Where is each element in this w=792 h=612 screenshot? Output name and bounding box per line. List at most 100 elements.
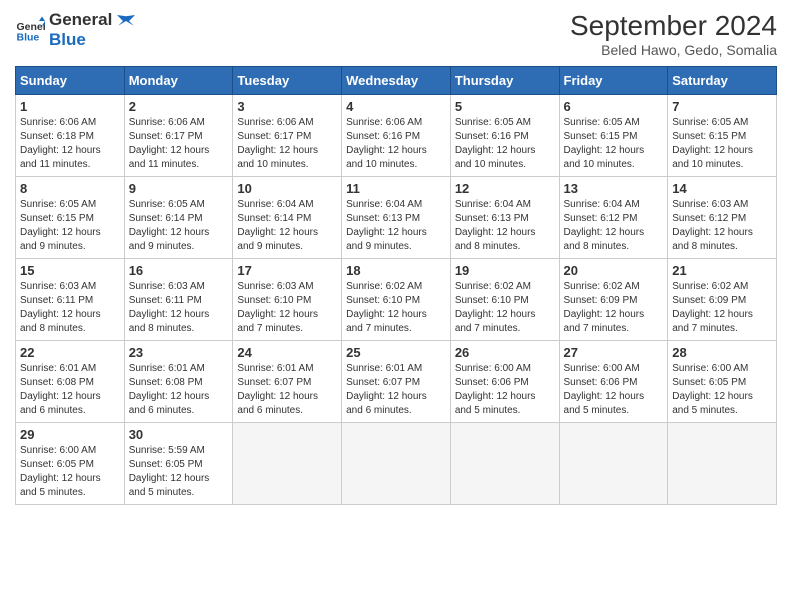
day-info: Sunrise: 6:00 AM Sunset: 6:06 PM Dayligh… (564, 362, 664, 418)
day-info: Sunrise: 6:03 AM Sunset: 6:12 PM Dayligh… (672, 198, 772, 254)
day-number: 25 (346, 345, 446, 360)
day-info: Sunrise: 6:03 AM Sunset: 6:10 PM Dayligh… (237, 280, 337, 336)
col-saturday: Saturday (668, 67, 777, 95)
logo-bird-icon (117, 13, 135, 29)
day-info: Sunrise: 6:06 AM Sunset: 6:17 PM Dayligh… (129, 116, 229, 172)
table-cell: 30 Sunrise: 5:59 AM Sunset: 6:05 PM Dayli… (124, 423, 233, 505)
day-number: 5 (455, 99, 555, 114)
day-number: 1 (20, 99, 120, 114)
table-cell: 2 Sunrise: 6:06 AM Sunset: 6:17 PM Daylig… (124, 95, 233, 177)
day-info: Sunrise: 6:01 AM Sunset: 6:07 PM Dayligh… (346, 362, 446, 418)
table-cell: 12Sunrise: 6:04 AM Sunset: 6:13 PM Dayli… (450, 177, 559, 259)
day-number: 27 (564, 345, 664, 360)
table-cell: 8 Sunrise: 6:05 AM Sunset: 6:15 PM Daylig… (16, 177, 125, 259)
header-row: Sunday Monday Tuesday Wednesday Thursday… (16, 67, 777, 95)
table-cell (342, 423, 451, 505)
calendar-table: Sunday Monday Tuesday Wednesday Thursday… (15, 66, 777, 505)
table-cell: 18Sunrise: 6:02 AM Sunset: 6:10 PM Dayli… (342, 259, 451, 341)
day-info: Sunrise: 6:01 AM Sunset: 6:08 PM Dayligh… (20, 362, 120, 418)
calendar-row: 8 Sunrise: 6:05 AM Sunset: 6:15 PM Daylig… (16, 177, 777, 259)
table-cell: 7 Sunrise: 6:05 AM Sunset: 6:15 PM Daylig… (668, 95, 777, 177)
calendar-body: 1 Sunrise: 6:06 AM Sunset: 6:18 PM Daylig… (16, 95, 777, 505)
day-info: Sunrise: 6:06 AM Sunset: 6:16 PM Dayligh… (346, 116, 446, 172)
day-number: 9 (129, 181, 229, 196)
day-number: 26 (455, 345, 555, 360)
day-number: 13 (564, 181, 664, 196)
logo: General Blue General Blue (15, 10, 135, 51)
table-cell (668, 423, 777, 505)
month-title: September 2024 (570, 10, 777, 42)
day-info: Sunrise: 6:04 AM Sunset: 6:13 PM Dayligh… (346, 198, 446, 254)
day-number: 15 (20, 263, 120, 278)
day-info: Sunrise: 6:05 AM Sunset: 6:16 PM Dayligh… (455, 116, 555, 172)
day-number: 8 (20, 181, 120, 196)
day-info: Sunrise: 6:02 AM Sunset: 6:10 PM Dayligh… (346, 280, 446, 336)
col-monday: Monday (124, 67, 233, 95)
table-cell: 29 Sunrise: 6:00 AM Sunset: 6:05 PM Dayli… (16, 423, 125, 505)
day-number: 6 (564, 99, 664, 114)
table-cell: 13 Sunrise: 6:04 AM Sunset: 6:12 PM Dayli… (559, 177, 668, 259)
table-cell: 15 Sunrise: 6:03 AM Sunset: 6:11 PM Dayli… (16, 259, 125, 341)
day-number: 30 (129, 427, 229, 442)
table-cell: 4 Sunrise: 6:06 AM Sunset: 6:16 PM Daylig… (342, 95, 451, 177)
col-wednesday: Wednesday (342, 67, 451, 95)
calendar-row: 1 Sunrise: 6:06 AM Sunset: 6:18 PM Daylig… (16, 95, 777, 177)
table-cell: 25 Sunrise: 6:01 AM Sunset: 6:07 PM Dayli… (342, 341, 451, 423)
table-cell: 1 Sunrise: 6:06 AM Sunset: 6:18 PM Daylig… (16, 95, 125, 177)
day-info: Sunrise: 6:03 AM Sunset: 6:11 PM Dayligh… (20, 280, 120, 336)
day-info: Sunrise: 6:02 AM Sunset: 6:09 PM Dayligh… (564, 280, 664, 336)
table-cell (450, 423, 559, 505)
day-info: Sunrise: 6:05 AM Sunset: 6:14 PM Dayligh… (129, 198, 229, 254)
day-number: 3 (237, 99, 337, 114)
location: Beled Hawo, Gedo, Somalia (570, 42, 777, 58)
table-cell: 5 Sunrise: 6:05 AM Sunset: 6:16 PM Daylig… (450, 95, 559, 177)
col-tuesday: Tuesday (233, 67, 342, 95)
day-info: Sunrise: 6:01 AM Sunset: 6:07 PM Dayligh… (237, 362, 337, 418)
day-info: Sunrise: 6:05 AM Sunset: 6:15 PM Dayligh… (20, 198, 120, 254)
day-info: Sunrise: 6:00 AM Sunset: 6:06 PM Dayligh… (455, 362, 555, 418)
table-cell: 21 Sunrise: 6:02 AM Sunset: 6:09 PM Dayli… (668, 259, 777, 341)
day-number: 12 (455, 181, 555, 196)
day-number: 4 (346, 99, 446, 114)
day-number: 23 (129, 345, 229, 360)
day-number: 14 (672, 181, 772, 196)
table-cell: 6 Sunrise: 6:05 AM Sunset: 6:15 PM Daylig… (559, 95, 668, 177)
day-number: 29 (20, 427, 120, 442)
table-cell: 26 Sunrise: 6:00 AM Sunset: 6:06 PM Dayli… (450, 341, 559, 423)
day-number: 11 (346, 181, 446, 196)
day-info: Sunrise: 5:59 AM Sunset: 6:05 PM Dayligh… (129, 444, 229, 500)
title-block: September 2024 Beled Hawo, Gedo, Somalia (570, 10, 777, 58)
day-info: Sunrise: 6:02 AM Sunset: 6:10 PM Dayligh… (455, 280, 555, 336)
day-info: Sunrise: 6:03 AM Sunset: 6:11 PM Dayligh… (129, 280, 229, 336)
table-cell: 22 Sunrise: 6:01 AM Sunset: 6:08 PM Dayli… (16, 341, 125, 423)
table-cell: 23 Sunrise: 6:01 AM Sunset: 6:08 PM Dayli… (124, 341, 233, 423)
day-number: 17 (237, 263, 337, 278)
logo-general: General (49, 10, 135, 30)
table-cell: 3 Sunrise: 6:06 AM Sunset: 6:17 PM Daylig… (233, 95, 342, 177)
table-cell: 14 Sunrise: 6:03 AM Sunset: 6:12 PM Dayli… (668, 177, 777, 259)
day-info: Sunrise: 6:06 AM Sunset: 6:17 PM Dayligh… (237, 116, 337, 172)
calendar-row: 15 Sunrise: 6:03 AM Sunset: 6:11 PM Dayli… (16, 259, 777, 341)
table-cell: 16Sunrise: 6:03 AM Sunset: 6:11 PM Dayli… (124, 259, 233, 341)
col-sunday: Sunday (16, 67, 125, 95)
day-info: Sunrise: 6:04 AM Sunset: 6:12 PM Dayligh… (564, 198, 664, 254)
day-number: 7 (672, 99, 772, 114)
table-cell: 11 Sunrise: 6:04 AM Sunset: 6:13 PM Dayli… (342, 177, 451, 259)
day-info: Sunrise: 6:05 AM Sunset: 6:15 PM Dayligh… (672, 116, 772, 172)
day-number: 22 (20, 345, 120, 360)
col-friday: Friday (559, 67, 668, 95)
day-info: Sunrise: 6:01 AM Sunset: 6:08 PM Dayligh… (129, 362, 229, 418)
day-number: 2 (129, 99, 229, 114)
table-cell: 9 Sunrise: 6:05 AM Sunset: 6:14 PM Daylig… (124, 177, 233, 259)
day-info: Sunrise: 6:06 AM Sunset: 6:18 PM Dayligh… (20, 116, 120, 172)
calendar-row: 29 Sunrise: 6:00 AM Sunset: 6:05 PM Dayli… (16, 423, 777, 505)
day-info: Sunrise: 6:05 AM Sunset: 6:15 PM Dayligh… (564, 116, 664, 172)
table-cell: 10Sunrise: 6:04 AM Sunset: 6:14 PM Dayli… (233, 177, 342, 259)
day-info: Sunrise: 6:00 AM Sunset: 6:05 PM Dayligh… (20, 444, 120, 500)
day-number: 28 (672, 345, 772, 360)
day-number: 21 (672, 263, 772, 278)
day-info: Sunrise: 6:00 AM Sunset: 6:05 PM Dayligh… (672, 362, 772, 418)
page-header: General Blue General Blue September 2024 (15, 10, 777, 58)
day-info: Sunrise: 6:02 AM Sunset: 6:09 PM Dayligh… (672, 280, 772, 336)
calendar-row: 22 Sunrise: 6:01 AM Sunset: 6:08 PM Dayli… (16, 341, 777, 423)
